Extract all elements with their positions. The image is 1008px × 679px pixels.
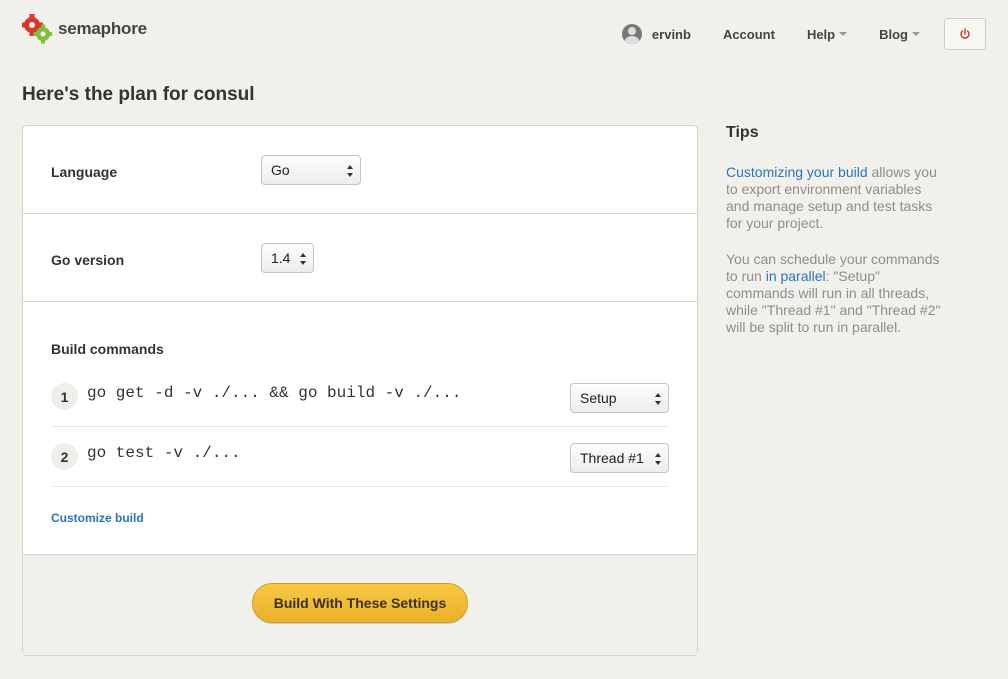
select-arrows-icon [655,393,661,405]
semaphore-logo[interactable]: semaphore [22,14,147,44]
select-arrows-icon [300,253,306,265]
user-menu[interactable]: ervinb [621,24,691,44]
chevron-down-icon [912,32,920,36]
card-footer: Build With These Settings [23,555,697,655]
thread-select[interactable]: Setup [570,383,669,413]
build-commands-section: Build commands 1 go get -d -v ./... && g… [23,302,697,555]
nav-account[interactable]: Account [723,27,775,42]
tips-sidebar: Tips Customizing your build allows you t… [726,124,946,355]
command-row: 2 go test -v ./... Thread #1 [51,426,669,487]
gear-logo-icon [22,14,52,44]
username-link[interactable]: ervinb [652,27,691,42]
build-plan-card: Language Go Go version 1.4 Build command… [22,125,698,656]
command-text[interactable]: go test -v ./... [87,444,241,462]
thread-select[interactable]: Thread #1 [570,443,669,473]
help-link[interactable]: Help [807,27,835,42]
logout-button[interactable] [944,18,986,50]
command-text[interactable]: go get -d -v ./... && go build -v ./... [87,384,461,402]
chevron-down-icon [839,32,848,36]
nav-menu: ervinb Account Help Blog [621,18,986,50]
brand-name: semaphore [58,19,147,38]
customize-build-link[interactable]: Customize build [51,511,144,525]
go-version-select[interactable]: 1.4 [261,243,314,273]
nav-help[interactable]: Help [807,27,848,42]
language-select-value: Go [271,162,290,178]
select-arrows-icon [347,165,353,177]
build-commands-label: Build commands [51,341,164,357]
tips-title: Tips [726,124,759,141]
avatar [621,24,642,44]
page-title: Here's the plan for consul [22,84,255,105]
customizing-build-link[interactable]: Customizing your build [726,164,868,180]
go-version-section: Go version 1.4 [23,214,697,302]
power-icon [960,28,970,39]
blog-link[interactable]: Blog [879,27,908,42]
tips-paragraph-parallel: You can schedule your commands to run in… [726,251,946,336]
thread-select-value: Thread #1 [580,450,644,466]
command-row: 1 go get -d -v ./... && go build -v ./..… [51,366,669,427]
account-link[interactable]: Account [723,27,775,42]
language-select[interactable]: Go [261,155,361,185]
select-arrows-icon [655,453,661,465]
go-version-label: Go version [51,252,125,268]
top-navigation: semaphore ervinb Account Help Blog [0,0,1008,62]
in-parallel-link[interactable]: in parallel [766,268,826,284]
tips-paragraph-customize: Customizing your build allows you to exp… [726,164,946,232]
command-number: 2 [51,443,78,470]
language-label: Language [51,164,118,180]
command-number: 1 [51,383,78,410]
nav-blog[interactable]: Blog [879,27,920,42]
build-with-settings-button[interactable]: Build With These Settings [252,583,468,623]
thread-select-value: Setup [580,390,617,406]
go-version-select-value: 1.4 [271,250,291,266]
language-section: Language Go [23,126,697,214]
